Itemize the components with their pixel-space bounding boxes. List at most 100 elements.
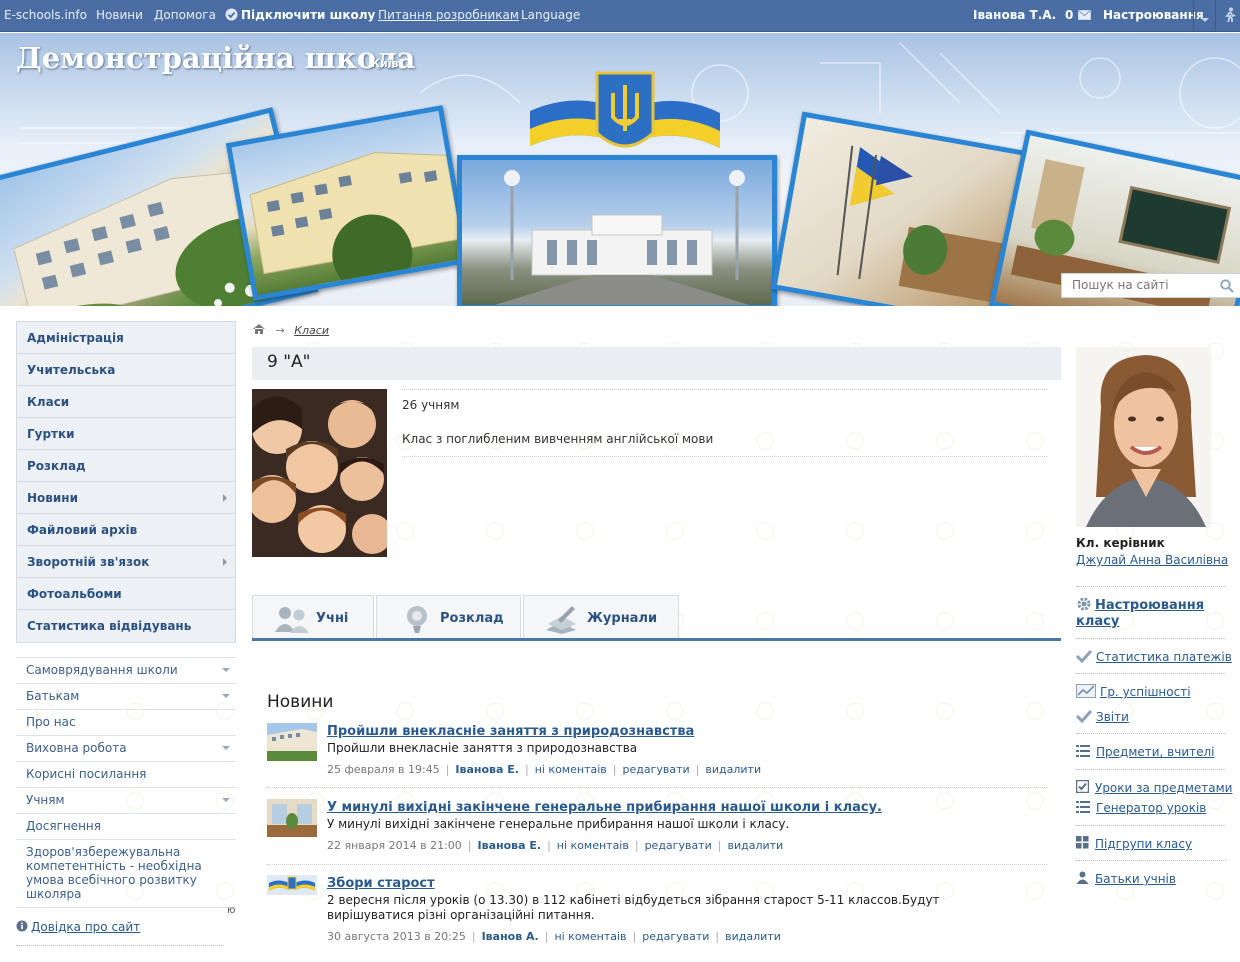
journal-icon [546, 606, 576, 634]
lessons-by-subject-link[interactable]: Уроки за предметами [1075, 779, 1232, 795]
news-author-link[interactable]: Іванова Е. [455, 763, 519, 776]
main-menu-item-label: Гуртки [27, 427, 75, 441]
list-icon [1076, 745, 1090, 757]
lesson-generator-label: Генератор уроків [1096, 801, 1207, 815]
secondary-menu-item[interactable]: Учням [16, 788, 236, 814]
news-title-link[interactable]: Пройшли внекласніе заняття з природознав… [327, 724, 694, 739]
secondary-menu-item-label: Учням [26, 793, 65, 807]
secondary-menu-item[interactable]: Про нас [16, 710, 236, 736]
main-menu-item[interactable]: Фотоальбоми [17, 578, 235, 610]
news-title-link[interactable]: Збори старост [327, 876, 435, 891]
class-settings-link[interactable]: Настроювання класу [1076, 596, 1226, 630]
school-title[interactable]: Демонстраційна школа [16, 41, 415, 75]
tab-schedule[interactable]: Розклад [376, 595, 521, 638]
logout-icon[interactable] [1223, 7, 1237, 26]
nav-help-link[interactable]: Допомога [154, 8, 216, 22]
secondary-menu-item[interactable]: Здоров'язбережувальна компетентність - н… [16, 840, 236, 908]
breadcrumb-classes-link[interactable]: Класи [294, 324, 329, 337]
class-title: 9 "А" [252, 347, 1061, 380]
news-delete-link[interactable]: видалити [725, 930, 781, 943]
news-delete-link[interactable]: видалити [705, 763, 761, 776]
class-info: 26 учням Клас з поглибленим вивченням ан… [402, 389, 1047, 457]
messages-link[interactable]: 0 [1065, 8, 1091, 22]
right-divider [1076, 586, 1226, 587]
secondary-menu-item[interactable]: Самоврядування школи [16, 657, 236, 684]
chevron-down-icon[interactable] [222, 798, 230, 802]
chevron-down-icon[interactable] [222, 694, 230, 698]
news-thumbnail[interactable] [267, 799, 317, 837]
help-divider [16, 945, 224, 946]
right-divider [1076, 769, 1226, 770]
secondary-menu-item[interactable]: Досягнення [16, 814, 236, 840]
news-edit-link[interactable]: редагувати [642, 930, 709, 943]
site-link[interactable]: E-schools.info [4, 8, 87, 22]
news-edit-link[interactable]: редагувати [622, 763, 689, 776]
main-menu-item-label: Зворотній зв'язок [27, 555, 150, 569]
language-link[interactable]: Language [521, 8, 580, 22]
parents-link[interactable]: Батьки учнів [1076, 871, 1176, 886]
payments-stats-link[interactable]: Статистика платежів [1075, 649, 1232, 664]
news-author-link[interactable]: Іванов А. [482, 930, 539, 943]
main-menu-item[interactable]: Статистика відвідувань [17, 610, 235, 642]
news-comments-link[interactable]: ні коментаів [535, 763, 607, 776]
secondary-menu-item[interactable]: Корисні посилання [16, 762, 236, 788]
news-comments-link[interactable]: ні коментаів [554, 930, 626, 943]
news-edit-link[interactable]: редагувати [645, 839, 712, 852]
main-menu-item[interactable]: Учительська [17, 354, 235, 386]
connect-school-link[interactable]: Підключити школу [225, 8, 375, 22]
news-delete-link[interactable]: видалити [727, 839, 783, 852]
tab-journals[interactable]: Журнали [523, 595, 679, 638]
main-menu-item-label: Файловий архів [27, 523, 138, 537]
settings-link[interactable]: Настроювання [1103, 8, 1204, 22]
news-item: Збори старост 2 вересня після уроків (о … [267, 875, 1047, 947]
class-subgroups-label: Підгрупи класу [1095, 837, 1193, 851]
search-input[interactable] [1062, 274, 1212, 296]
news-date: 25 февраля в 19:45 [327, 763, 440, 776]
news-text: У минулі вихідні закінчене генеральне пр… [327, 817, 790, 831]
news-title-link[interactable]: У минулі вихідні закінчене генеральне пр… [327, 800, 882, 815]
secondary-menu-item[interactable]: Виховна робота [16, 736, 236, 762]
search-icon[interactable] [1220, 279, 1234, 296]
subjects-teachers-label: Предмети, вчителі [1096, 745, 1215, 759]
chevron-down-icon[interactable] [1200, 12, 1210, 26]
success-chart-link[interactable]: Гр. успішності [1076, 684, 1191, 699]
news-author-link[interactable]: Іванова Е. [478, 839, 542, 852]
teacher-portrait [1076, 347, 1211, 527]
main-menu-item[interactable]: Зворотній зв'язок [17, 546, 235, 578]
subjects-teachers-link[interactable]: Предмети, вчителі [1076, 745, 1215, 759]
lesson-generator-link[interactable]: Генератор уроків [1076, 801, 1206, 815]
news-thumbnail[interactable] [267, 723, 317, 761]
main-menu-item-label: Класи [27, 395, 70, 409]
main-menu-item-label: Фотоальбоми [27, 587, 122, 601]
secondary-menu: Самоврядування школи Батькам Про нас Виховн… [16, 657, 236, 908]
main-menu-item[interactable]: Розклад [17, 450, 235, 482]
main-menu-item[interactable]: Адміністрація [17, 322, 235, 354]
reports-link[interactable]: Звіти [1075, 709, 1129, 724]
secondary-menu-item-label: Виховна робота [26, 741, 127, 755]
developers-link[interactable]: Питання розробникам [378, 8, 519, 22]
main-menu-item[interactable]: Файловий архів [17, 514, 235, 546]
secondary-menu-item[interactable]: Батькам [16, 684, 236, 710]
chevron-down-icon[interactable] [222, 746, 230, 750]
news-text: 2 вересня після уроків (о 13.30) в 112 к… [327, 893, 940, 922]
main-menu-item-label: Статистика відвідувань [27, 619, 192, 633]
class-teacher-link[interactable]: Джулай Анна Василівна [1076, 553, 1228, 567]
tab-students[interactable]: Учні [252, 595, 374, 638]
home-icon[interactable] [252, 323, 266, 335]
main-menu-item[interactable]: Класи [17, 386, 235, 418]
school-city: Київ [371, 57, 399, 70]
news-comments-link[interactable]: ні коментаів [557, 839, 629, 852]
topbar-divider [1215, 0, 1216, 32]
nav-news-link[interactable]: Новини [96, 8, 143, 22]
right-divider [1076, 825, 1226, 826]
main-menu-item[interactable]: Гуртки [17, 418, 235, 450]
news-thumbnail[interactable] [267, 875, 317, 895]
grid-icon [1076, 836, 1089, 849]
chevron-down-icon[interactable] [222, 668, 230, 672]
secondary-menu-item-label: Про нас [26, 715, 76, 729]
reports-label: Звіти [1096, 710, 1129, 724]
user-name-link[interactable]: Іванова Т.А. [973, 8, 1056, 22]
class-subgroups-link[interactable]: Підгрупи класу [1076, 836, 1192, 851]
main-menu-item[interactable]: Новини [17, 482, 235, 514]
help-link[interactable]: Довідка про сайт [16, 920, 140, 934]
